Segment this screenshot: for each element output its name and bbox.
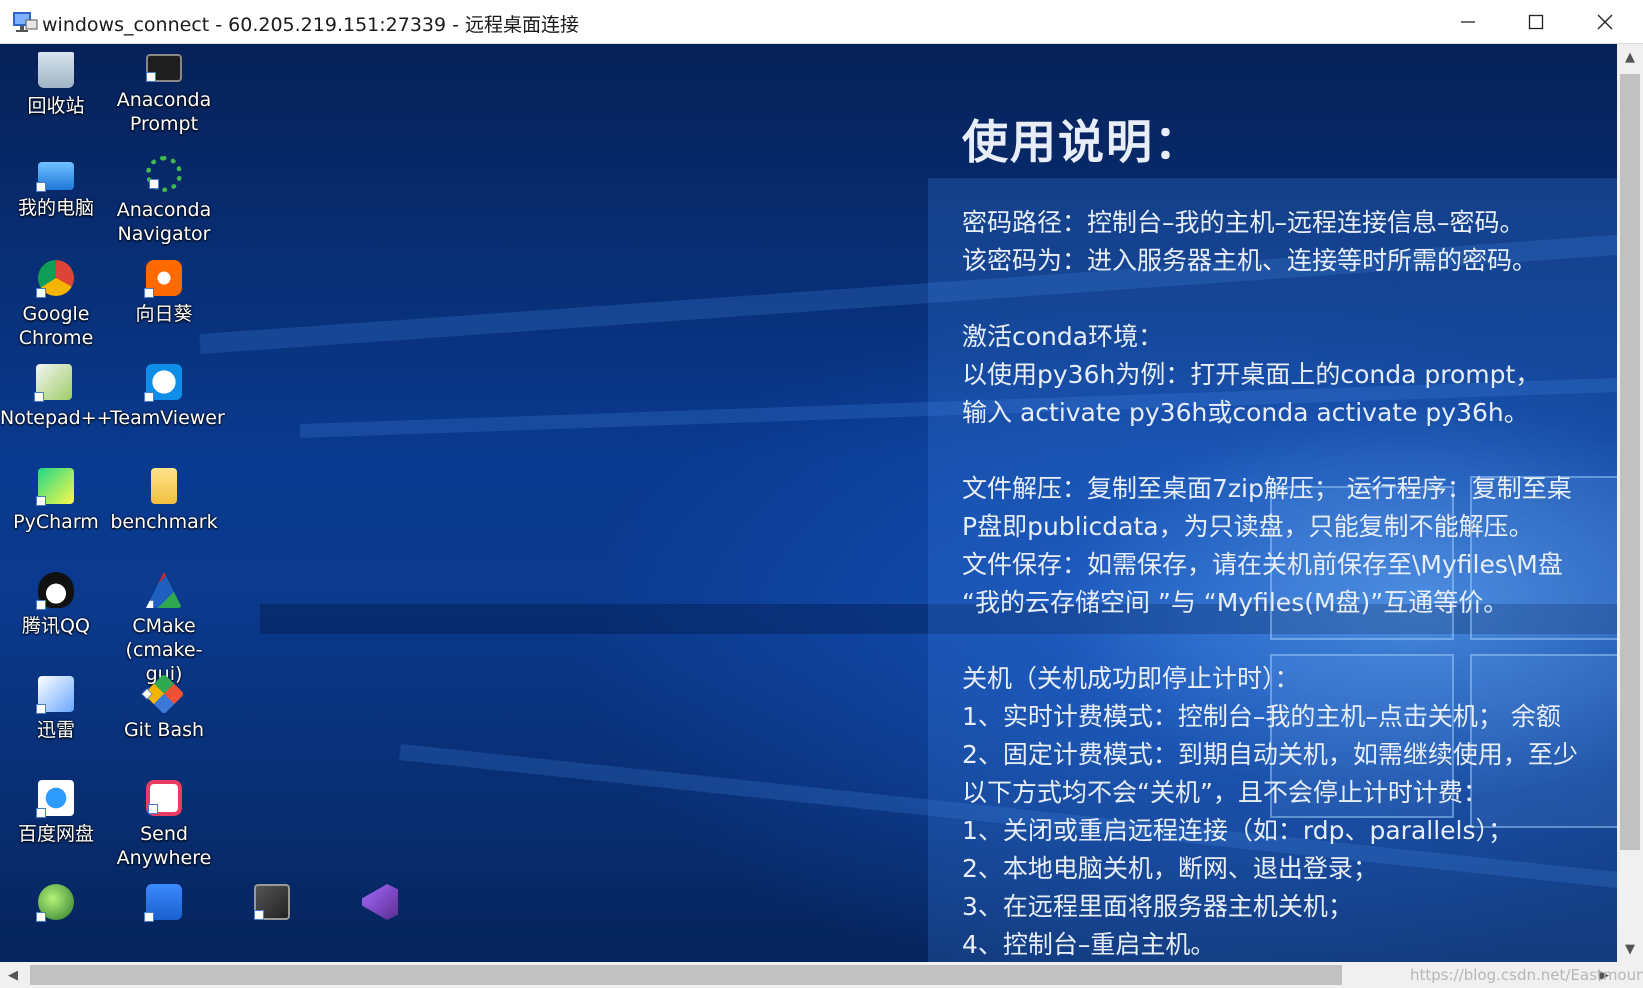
desktop-icon-xunlei[interactable]: 迅雷 bbox=[2, 668, 110, 742]
desktop-icon-baidu-netdisk[interactable]: 百度网盘 bbox=[2, 772, 110, 846]
window-title-bar: windows_connect - 60.205.219.151:27339 -… bbox=[0, 0, 1643, 44]
instruction-line: 1、实时计费模式：控制台–我的主机–点击关机； 余额 bbox=[962, 702, 1561, 731]
globe-icon bbox=[36, 884, 74, 922]
instruction-line: 文件解压：复制至桌面7zip解压； 运行程序：复制至桌 bbox=[962, 474, 1572, 503]
instruction-line: 密码路径：控制台–我的主机–远程连接信息–密码。 bbox=[962, 208, 1525, 237]
desktop-icon-my-computer[interactable]: 我的电脑 bbox=[2, 148, 110, 220]
maximize-button[interactable] bbox=[1502, 0, 1570, 44]
instructions-heading: 使用说明： bbox=[962, 115, 1202, 169]
pycharm-icon bbox=[36, 468, 74, 506]
desktop-icon-label: Git Bash bbox=[123, 719, 205, 741]
send-anywhere-icon bbox=[146, 780, 182, 816]
desktop-icon-recycle-bin[interactable]: 回收站 bbox=[2, 44, 110, 118]
instruction-line: P盘即publicdata，为只读盘，只能复制不能解压。 bbox=[962, 512, 1534, 541]
cmake-triangle-icon bbox=[146, 572, 182, 608]
vertical-scrollbar[interactable]: ▲ ▼ bbox=[1617, 44, 1643, 962]
maximize-icon bbox=[1528, 14, 1544, 30]
instruction-line: 1、关闭或重启远程连接（如：rdp、parallels）； bbox=[962, 816, 1514, 845]
desktop-icon-label: 腾讯QQ bbox=[22, 615, 90, 637]
desktop-icon-sunlogin[interactable]: 向日葵 bbox=[110, 252, 218, 326]
qq-penguin-icon bbox=[36, 572, 74, 610]
git-bash-icon bbox=[143, 673, 185, 715]
desktop-icon-label: Anaconda Prompt bbox=[116, 89, 212, 135]
desktop-icon-label: 回收站 bbox=[27, 95, 85, 117]
desktop-icon-label: Send Anywhere bbox=[116, 823, 212, 869]
recycle-bin-icon bbox=[38, 52, 74, 88]
instruction-line: 2、本地电脑关机，断网、退出登录； bbox=[962, 854, 1378, 883]
desktop-icon-anaconda-prompt[interactable]: Anaconda Prompt bbox=[110, 44, 218, 136]
desktop-icon-label: 百度网盘 bbox=[17, 823, 94, 845]
instruction-line: “我的云存储空间 ”与 “Myfiles(M盘)”互通等价。 bbox=[962, 588, 1509, 617]
desktop-icon-label: 我的电脑 bbox=[17, 197, 94, 219]
desktop-icon-unnamed[interactable] bbox=[218, 876, 326, 926]
instruction-line: 该密码为：进入服务器主机、连接等时所需的密码。 bbox=[962, 246, 1538, 275]
desktop-icon-send-anywhere[interactable]: Send Anywhere bbox=[110, 772, 218, 870]
instruction-line: 以下方式均不会“关机”，且不会停止计时计费： bbox=[962, 778, 1488, 807]
horizontal-scrollbar[interactable]: ◀ ▶ bbox=[0, 962, 1643, 988]
instruction-line: 以使用py36h为例：打开桌面上的conda prompt， bbox=[962, 360, 1541, 389]
desktop-icon-git-bash[interactable]: Git Bash bbox=[110, 668, 218, 742]
desktop-icon-notepadpp[interactable]: Notepad++ bbox=[0, 356, 113, 430]
usage-instructions: 使用说明： 密码路径：控制台–我的主机–远程连接信息–密码。 该密码为：进入服务… bbox=[962, 106, 1578, 962]
wps-writer-icon bbox=[144, 884, 182, 922]
sunlogin-icon bbox=[144, 260, 182, 298]
desktop-icon-label: 向日葵 bbox=[135, 303, 193, 325]
instruction-line: 激活conda环境： bbox=[962, 322, 1164, 351]
desktop-icon-anaconda-navigator[interactable]: Anaconda Navigator bbox=[110, 148, 218, 246]
chrome-icon bbox=[36, 260, 74, 298]
desktop-icon-teamviewer[interactable]: TeamViewer bbox=[110, 356, 225, 430]
desktop-icon-label: Notepad++ bbox=[0, 407, 113, 429]
anaconda-ring-icon bbox=[146, 156, 182, 192]
teamviewer-icon bbox=[144, 364, 182, 402]
instruction-line: 文件保存：如需保存，请在关机前保存至\Myfiles\M盘 bbox=[962, 550, 1563, 579]
instruction-line: 2、固定计费模式：到期自动关机，如需继续使用，至少 bbox=[962, 740, 1578, 769]
desktop-icon-benchmark[interactable]: benchmark bbox=[110, 460, 218, 534]
desktop-icon-unnamed[interactable] bbox=[326, 876, 434, 926]
vertical-scroll-thumb[interactable] bbox=[1620, 74, 1640, 850]
remote-desktop[interactable]: 回收站 我的电脑 Google Chrome Notepad++ PyCharm… bbox=[0, 44, 1617, 962]
desktop-icon-qq[interactable]: 腾讯QQ bbox=[2, 564, 110, 638]
instruction-line: 关机（关机成功即停止计时）： bbox=[962, 664, 1300, 693]
instruction-line: 3、在远程里面将服务器主机关机； bbox=[962, 892, 1353, 921]
horizontal-scroll-thumb[interactable] bbox=[30, 965, 1342, 985]
close-button[interactable] bbox=[1571, 0, 1639, 44]
desktop-icon-label: TeamViewer bbox=[110, 407, 225, 429]
desktop-icon-unnamed[interactable] bbox=[110, 876, 218, 926]
instruction-line: 4、控制台–重启主机。 bbox=[962, 930, 1216, 959]
scroll-down-arrow[interactable]: ▼ bbox=[1617, 936, 1643, 962]
desktop-icon-label: 迅雷 bbox=[36, 719, 75, 741]
watermark-text: https://blog.csdn.net/Eastmount bbox=[1410, 966, 1643, 984]
scroll-left-arrow[interactable]: ◀ bbox=[0, 962, 26, 988]
scroll-up-arrow[interactable]: ▲ bbox=[1617, 44, 1643, 70]
desktop-icon-unnamed[interactable] bbox=[2, 876, 110, 926]
computer-icon bbox=[36, 162, 74, 192]
window-title: windows_connect - 60.205.219.151:27339 -… bbox=[42, 14, 580, 36]
folder-icon bbox=[151, 468, 177, 504]
terminal-icon bbox=[146, 54, 182, 82]
desktop-icon-label: Google Chrome bbox=[18, 303, 94, 349]
xunlei-bird-icon bbox=[36, 676, 74, 714]
minimize-button[interactable] bbox=[1434, 0, 1502, 44]
notepadpp-icon bbox=[34, 364, 72, 402]
nvidia-icon bbox=[254, 884, 290, 920]
desktop-icon-label: PyCharm bbox=[13, 511, 99, 533]
desktop-icon-google-chrome[interactable]: Google Chrome bbox=[2, 252, 110, 350]
close-icon bbox=[1597, 14, 1613, 30]
visual-studio-icon bbox=[362, 884, 398, 920]
desktop-icon-label: benchmark bbox=[110, 511, 218, 533]
desktop-icon-label: Anaconda Navigator bbox=[116, 199, 212, 245]
desktop-icon-pycharm[interactable]: PyCharm bbox=[2, 460, 110, 534]
minimize-icon bbox=[1461, 21, 1475, 23]
instruction-line: 输入 activate py36h或conda activate py36h。 bbox=[962, 398, 1529, 427]
baidu-netdisk-cloud-icon bbox=[36, 780, 74, 818]
remote-desktop-icon bbox=[13, 12, 38, 32]
